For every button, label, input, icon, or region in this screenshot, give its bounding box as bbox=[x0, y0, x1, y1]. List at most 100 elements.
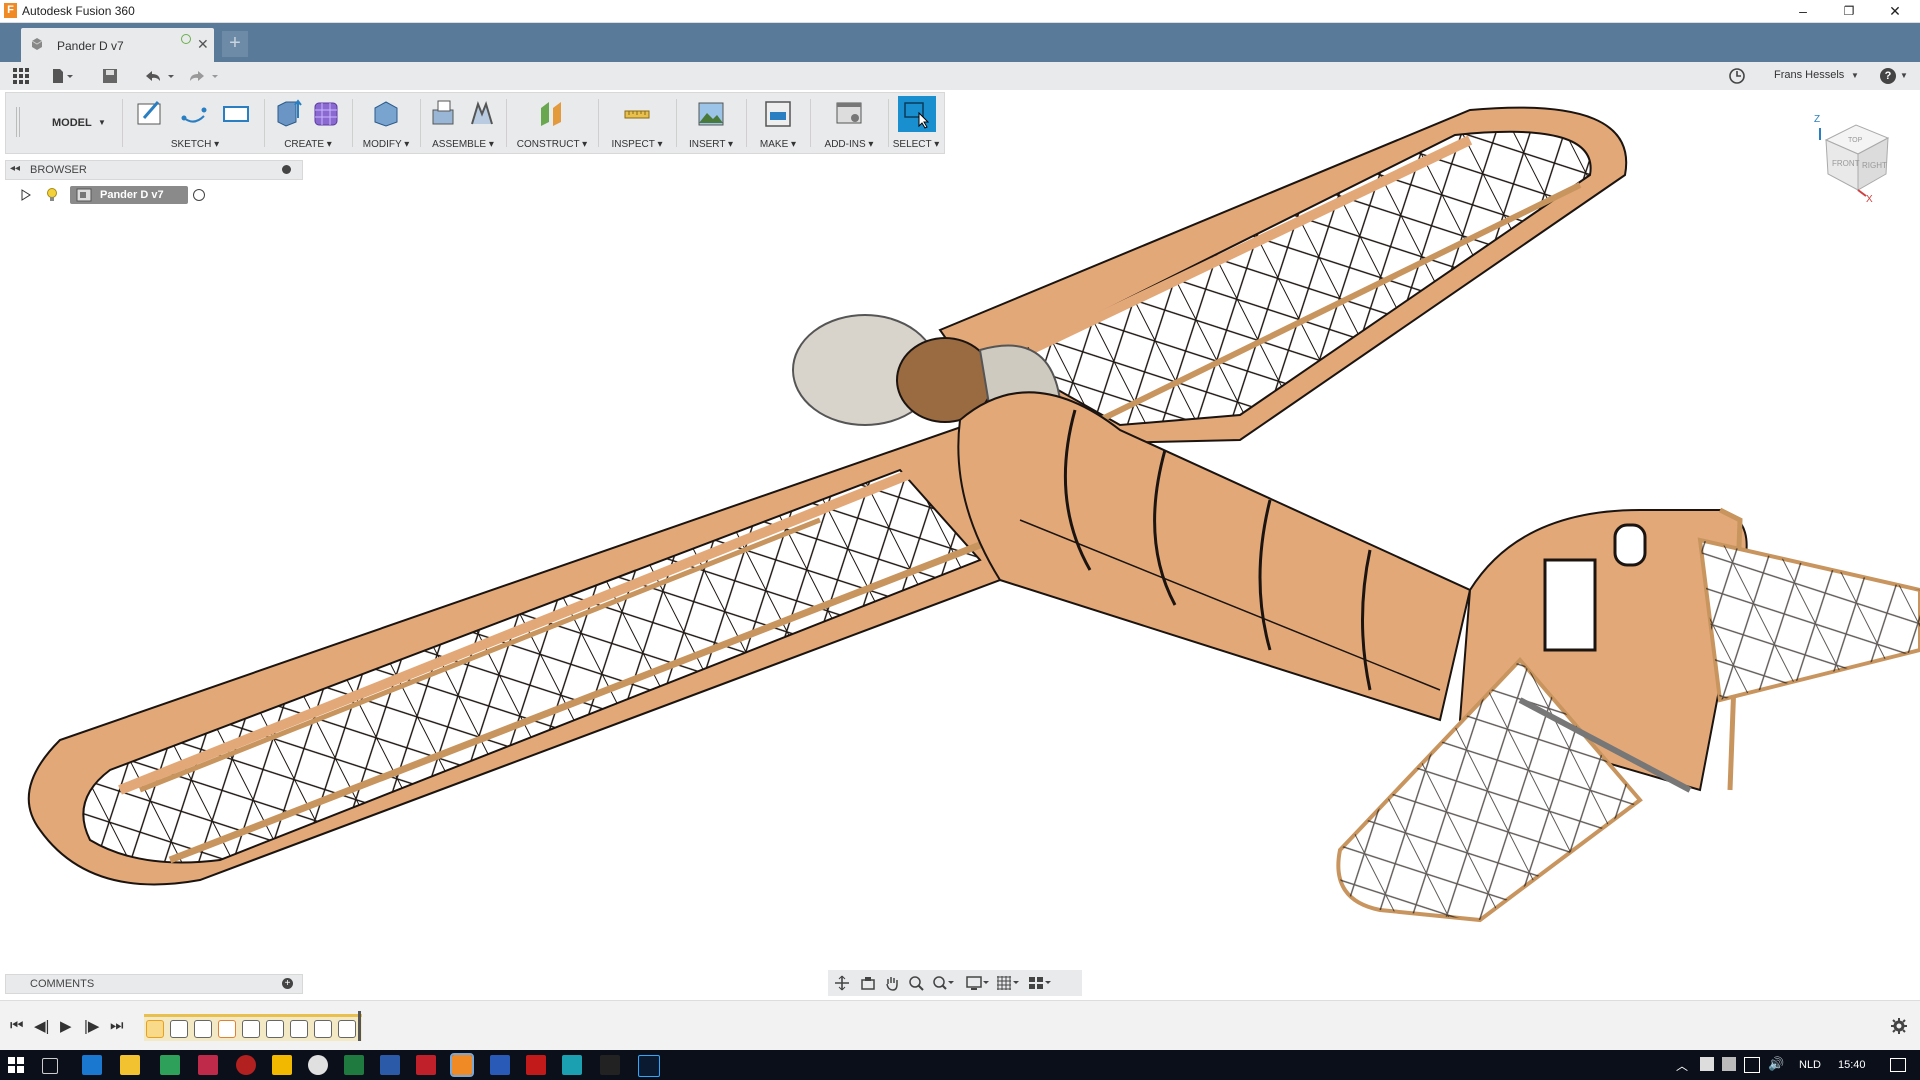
user-account-menu[interactable]: Frans Hessels bbox=[1774, 69, 1844, 81]
look-at-icon[interactable] bbox=[860, 975, 876, 991]
tray-app-icon[interactable] bbox=[1722, 1057, 1736, 1071]
line-icon[interactable] bbox=[180, 98, 208, 128]
assemble-group[interactable]: ASSEMBLE ▾ bbox=[424, 93, 502, 153]
timeline-feature[interactable] bbox=[266, 1020, 284, 1038]
add-comment-icon[interactable]: + bbox=[282, 978, 293, 989]
taskbar-app-icon[interactable] bbox=[562, 1055, 582, 1075]
timeline-feature[interactable] bbox=[194, 1020, 212, 1038]
timeline-settings-gear-icon[interactable] bbox=[1890, 1017, 1908, 1035]
select-cursor-icon[interactable] bbox=[903, 99, 931, 129]
timeline-features[interactable] bbox=[144, 1011, 362, 1041]
clock[interactable]: 15:40 bbox=[1838, 1059, 1866, 1071]
workspace-switcher[interactable]: MODEL ▼ bbox=[12, 93, 116, 153]
fit-window-icon[interactable] bbox=[932, 975, 954, 991]
insert-image-icon[interactable] bbox=[697, 98, 725, 128]
zoom-icon[interactable] bbox=[908, 975, 924, 991]
timeline-marker[interactable] bbox=[358, 1011, 361, 1041]
fusion-taskbar-icon[interactable] bbox=[450, 1053, 474, 1077]
excel-icon[interactable] bbox=[344, 1055, 364, 1075]
taskbar-app-icon[interactable] bbox=[416, 1055, 436, 1075]
sketch-group[interactable]: SKETCH ▾ bbox=[130, 93, 260, 153]
timeline-sketch-feature[interactable] bbox=[146, 1020, 164, 1038]
close-window-button[interactable]: ✕ bbox=[1872, 0, 1918, 22]
close-tab-button[interactable]: ✕ bbox=[197, 36, 209, 53]
display-settings-icon[interactable] bbox=[966, 975, 990, 991]
acrobat-icon[interactable] bbox=[526, 1055, 546, 1075]
press-pull-icon[interactable] bbox=[372, 98, 400, 128]
document-tab[interactable]: Pander D v7 ✕ bbox=[21, 28, 214, 62]
taskbar-app-icon[interactable] bbox=[198, 1055, 218, 1075]
rectangle-icon[interactable] bbox=[222, 98, 250, 128]
photoshop-icon[interactable] bbox=[638, 1055, 660, 1077]
measure-icon[interactable] bbox=[623, 98, 651, 128]
browser-panel-header[interactable]: ◂◂ BROWSER bbox=[5, 160, 303, 180]
root-component-node[interactable]: Pander D v7 bbox=[70, 186, 188, 204]
go-to-end-icon[interactable]: ⏭ bbox=[110, 1017, 124, 1034]
taskbar-app-icon[interactable] bbox=[490, 1055, 510, 1075]
task-view-icon[interactable] bbox=[42, 1058, 58, 1074]
restore-button[interactable]: ❐ bbox=[1826, 0, 1872, 22]
create-sketch-icon[interactable] bbox=[136, 98, 164, 128]
timeline-feature[interactable] bbox=[242, 1020, 260, 1038]
create-group[interactable]: CREATE ▾ bbox=[268, 93, 348, 153]
pin-panel-icon[interactable] bbox=[282, 165, 291, 174]
go-to-start-icon[interactable]: ⏮ bbox=[10, 1017, 24, 1034]
save-icon[interactable] bbox=[102, 68, 118, 84]
new-component-icon[interactable] bbox=[430, 98, 458, 128]
visibility-bulb-icon[interactable] bbox=[46, 188, 58, 202]
insert-group[interactable]: INSERT ▾ bbox=[680, 93, 742, 153]
timeline-feature[interactable] bbox=[314, 1020, 332, 1038]
action-center-icon[interactable] bbox=[1890, 1058, 1906, 1072]
windows-start-icon[interactable] bbox=[8, 1057, 24, 1073]
file-explorer-icon[interactable] bbox=[120, 1055, 140, 1075]
offset-plane-icon[interactable] bbox=[538, 98, 566, 128]
make-group[interactable]: MAKE ▾ bbox=[750, 93, 806, 153]
3d-print-icon[interactable] bbox=[764, 98, 792, 128]
activate-radio-icon[interactable] bbox=[193, 189, 205, 201]
add-ins-group[interactable]: ADD-INS ▾ bbox=[814, 93, 884, 153]
expand-arrow-icon[interactable] bbox=[20, 189, 32, 201]
redo-icon[interactable] bbox=[186, 68, 220, 84]
timeline-feature[interactable] bbox=[218, 1020, 236, 1038]
volume-icon[interactable]: 🔊 bbox=[1768, 1056, 1784, 1072]
input-language[interactable]: NLD bbox=[1799, 1059, 1821, 1071]
play-icon[interactable]: ▶ bbox=[60, 1017, 72, 1035]
step-forward-icon[interactable]: |▶ bbox=[84, 1017, 99, 1035]
pan-hand-icon[interactable] bbox=[884, 975, 900, 991]
taskbar-app-icon[interactable] bbox=[600, 1055, 620, 1075]
data-panel-grid-icon[interactable] bbox=[13, 68, 29, 84]
modify-group[interactable]: MODIFY ▾ bbox=[356, 93, 416, 153]
orbit-icon[interactable] bbox=[834, 975, 850, 991]
edge-browser-icon[interactable] bbox=[82, 1055, 102, 1075]
inspect-group[interactable]: INSPECT ▾ bbox=[602, 93, 672, 153]
construct-group[interactable]: CONSTRUCT ▾ bbox=[510, 93, 594, 153]
form-icon[interactable] bbox=[312, 98, 340, 128]
undo-icon[interactable] bbox=[142, 68, 176, 84]
job-status-clock-icon[interactable] bbox=[1728, 67, 1746, 85]
scripts-add-ins-icon[interactable] bbox=[835, 98, 863, 128]
new-tab-button[interactable]: + bbox=[222, 31, 248, 57]
extrude-icon[interactable] bbox=[274, 98, 302, 128]
select-group[interactable]: SELECT ▾ bbox=[890, 93, 942, 153]
joint-icon[interactable] bbox=[468, 98, 496, 128]
comments-panel-header[interactable]: COMMENTS + bbox=[5, 974, 303, 994]
tray-overflow-icon[interactable]: ︿ bbox=[1676, 1057, 1688, 1074]
timeline-feature[interactable] bbox=[290, 1020, 308, 1038]
taskbar-app-icon[interactable] bbox=[272, 1055, 292, 1075]
timeline-feature[interactable] bbox=[338, 1020, 356, 1038]
taskbar-app-icon[interactable] bbox=[160, 1055, 180, 1075]
collapse-panel-icon[interactable]: ◂◂ bbox=[10, 163, 20, 174]
tray-app-icon[interactable] bbox=[1700, 1057, 1714, 1071]
model-viewport[interactable] bbox=[0, 90, 1920, 960]
viewcube[interactable]: Z X TOP FRONT RIGHT bbox=[1806, 110, 1910, 210]
help-icon[interactable]: ? bbox=[1880, 68, 1896, 84]
chrome-icon[interactable] bbox=[308, 1055, 328, 1075]
timeline-feature[interactable] bbox=[170, 1020, 188, 1038]
step-back-icon[interactable]: ◀| bbox=[34, 1017, 49, 1035]
word-icon[interactable] bbox=[380, 1055, 400, 1075]
file-menu-icon[interactable] bbox=[52, 68, 74, 84]
grid-snaps-icon[interactable] bbox=[996, 975, 1020, 991]
taskbar-app-icon[interactable] bbox=[236, 1055, 256, 1075]
network-icon[interactable] bbox=[1744, 1057, 1760, 1073]
minimize-button[interactable]: – bbox=[1780, 0, 1826, 22]
